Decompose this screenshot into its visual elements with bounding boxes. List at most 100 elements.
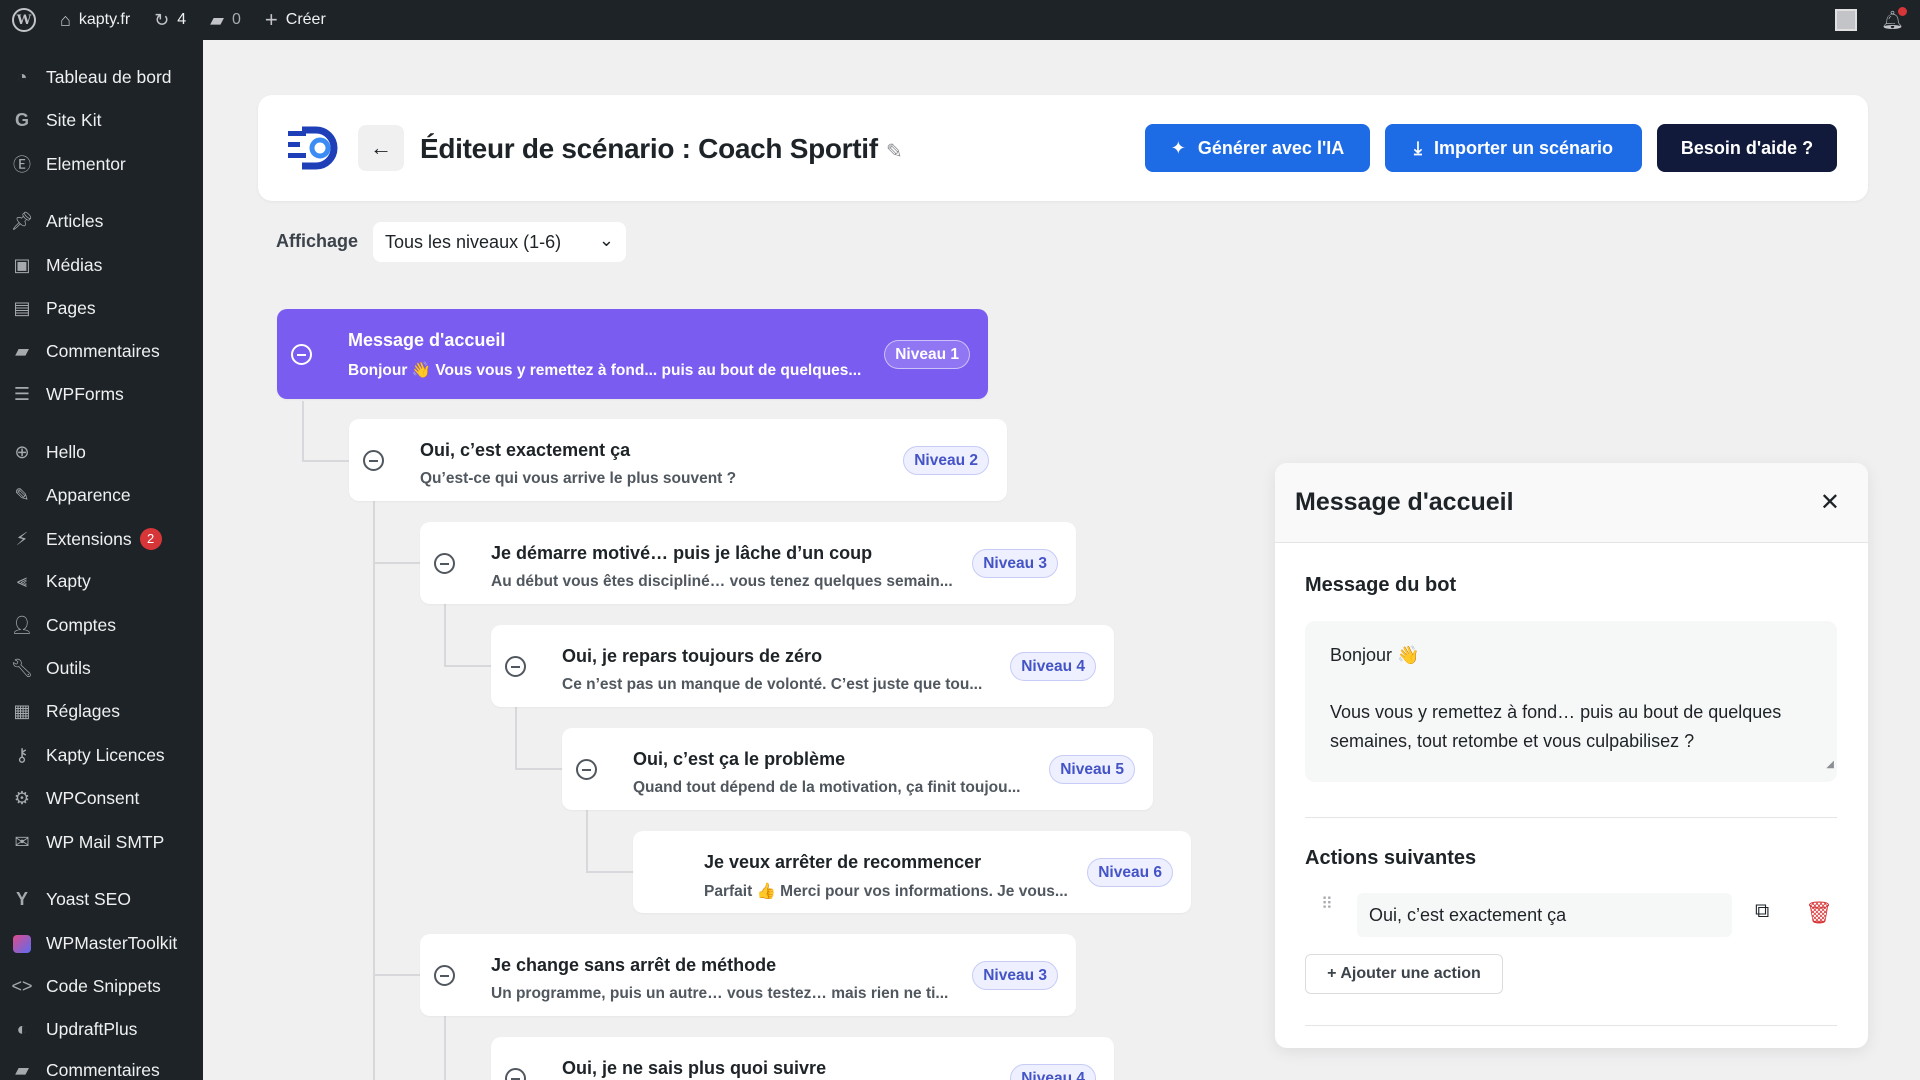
user-account-menu[interactable] xyxy=(1823,0,1869,40)
google-g-icon: G xyxy=(14,109,29,130)
sidebar-item-wp-mail-smtp[interactable]: ✉ WP Mail SMTP xyxy=(0,822,203,862)
level-filter-select[interactable]: Tous les niveaux (1-6) ⌄ xyxy=(373,222,626,262)
node-subtitle: Ce n’est pas un manque de volonté. C’est… xyxy=(562,676,983,693)
action-label-input[interactable]: Oui, c’est exactement ça xyxy=(1357,893,1732,937)
notification-dot xyxy=(1898,6,1907,16)
sidebar-item-comments-2[interactable]: ▰ Commentaires xyxy=(0,1050,203,1080)
sidebar-item-comments[interactable]: ▰ Commentaires xyxy=(0,331,203,371)
kapty-icon: ⫷ xyxy=(16,570,28,591)
admin-bar: W ⌂ kapty.fr ↻ 4 ▰ 0 + Créer 🔔︎ xyxy=(0,0,1920,40)
collapse-icon[interactable] xyxy=(505,1068,526,1080)
admin-sidebar: ◔ Tableau de bord G Site Kit Ⓔ Elementor 📌︎… xyxy=(0,40,203,1080)
import-scenario-button[interactable]: ⤓ Importer un scénario xyxy=(1385,124,1642,172)
tree-connector xyxy=(444,665,491,667)
edit-title-icon[interactable]: ✎ xyxy=(886,139,903,164)
tree-node-level-4[interactable]: Oui, je repars toujours de zéro Ce n’est… xyxy=(491,625,1114,707)
sidebar-item-tools[interactable]: 🔧︎ Outils xyxy=(0,648,203,688)
sidebar-item-appearance[interactable]: ✎ Apparence xyxy=(0,475,203,515)
close-icon[interactable]: ✕ xyxy=(1820,488,1840,517)
sidebar-item-kapty[interactable]: ⫷ Kapty xyxy=(0,561,203,601)
level-badge: Niveau 3 xyxy=(972,549,1058,578)
bot-message-text: Bonjour 👋 Vous vous y remettez à fond… p… xyxy=(1330,645,1782,751)
tree-connector xyxy=(302,460,349,462)
sidebar-item-settings[interactable]: ▦ Réglages xyxy=(0,691,203,731)
tree-connector xyxy=(515,707,517,769)
comments-count: 0 xyxy=(232,11,241,28)
node-title: Message d'accueil xyxy=(348,330,506,350)
home-icon: ⌂ xyxy=(60,9,71,30)
tree-node-level-2[interactable]: Oui, c’est exactement ça Qu’est-ce qui v… xyxy=(349,419,1007,501)
updates-count: 4 xyxy=(177,11,187,28)
collapse-icon[interactable] xyxy=(291,344,312,365)
bot-message-textarea[interactable]: Bonjour 👋 Vous vous y remettez à fond… p… xyxy=(1305,621,1837,782)
pages-icon: ▤ xyxy=(13,297,31,318)
node-title: Je démarre motivé… puis je lâche d’un co… xyxy=(491,543,873,563)
panel-title: Message d'accueil xyxy=(1295,488,1514,516)
sidebar-item-pages[interactable]: ▤ Pages xyxy=(0,288,203,328)
sidebar-item-yoast-seo[interactable]: Y Yoast SEO xyxy=(0,879,203,919)
drag-handle-icon[interactable]: ⠿ xyxy=(1321,897,1334,913)
plus-circle-icon: ⊕ xyxy=(14,441,30,462)
tree-node-level-6[interactable]: Je veux arrêter de recommencer Parfait 👍… xyxy=(633,831,1191,913)
forms-icon: ☰ xyxy=(13,383,31,404)
toolkit-icon xyxy=(10,933,34,954)
site-name-link[interactable]: ⌂ kapty.fr xyxy=(48,0,142,40)
sidebar-item-articles[interactable]: 📌︎ Articles xyxy=(0,201,203,241)
node-title: Oui, c’est ça le problème xyxy=(633,749,846,769)
tree-connector xyxy=(373,562,420,564)
updates-link[interactable]: ↻ 4 xyxy=(142,0,198,40)
key-icon: ⚷ xyxy=(15,744,29,765)
trash-icon[interactable]: 🗑︎ xyxy=(1805,900,1833,926)
tree-connector xyxy=(373,974,420,976)
code-icon: <> xyxy=(11,975,33,996)
comment-icon: ▰ xyxy=(15,340,29,361)
panel-header: Message d'accueil ✕ xyxy=(1275,463,1868,543)
sidebar-item-wpmastertoolkit[interactable]: WPMasterToolkit xyxy=(0,923,203,963)
create-new-link[interactable]: + Créer xyxy=(253,0,338,40)
tree-node-level-1[interactable]: Message d'accueil Bonjour 👋 Vous vous y … xyxy=(277,309,988,399)
collapse-icon[interactable] xyxy=(434,553,455,574)
collapse-icon[interactable] xyxy=(363,450,384,471)
comments-link[interactable]: ▰ 0 xyxy=(198,0,253,40)
level-badge: Niveau 4 xyxy=(1010,1064,1096,1080)
collapse-icon[interactable] xyxy=(505,656,526,677)
back-button[interactable]: ← xyxy=(358,125,404,171)
tree-connector xyxy=(444,604,446,666)
tree-node-level-4[interactable]: Oui, je ne sais plus quoi suivre Niveau … xyxy=(491,1037,1114,1080)
notifications-button[interactable]: 🔔︎ xyxy=(1869,0,1920,40)
sidebar-item-hello[interactable]: ⊕ Hello xyxy=(0,432,203,472)
collapse-icon[interactable] xyxy=(434,965,455,986)
refresh-icon: ↻ xyxy=(154,9,170,30)
level-badge: Niveau 6 xyxy=(1087,858,1173,887)
help-button[interactable]: Besoin d'aide ? xyxy=(1657,124,1837,172)
add-action-button[interactable]: + Ajouter une action xyxy=(1305,954,1503,994)
generate-ai-button[interactable]: ✦ Générer avec l'IA xyxy=(1145,124,1370,172)
sidebar-item-dashboard[interactable]: ◔ Tableau de bord xyxy=(0,57,203,97)
tree-connector xyxy=(515,768,562,770)
tree-node-level-3[interactable]: Je démarre motivé… puis je lâche d’un co… xyxy=(420,522,1076,604)
extensions-update-badge: 2 xyxy=(139,528,162,550)
sidebar-item-wpforms[interactable]: ☰ WPForms xyxy=(0,374,203,414)
sidebar-item-site-kit[interactable]: G Site Kit xyxy=(0,100,203,140)
sidebar-item-kapty-licences[interactable]: ⚷ Kapty Licences xyxy=(0,735,203,775)
sidebar-item-medias[interactable]: ▣ Médias xyxy=(0,245,203,285)
tree-node-level-5[interactable]: Oui, c’est ça le problème Quand tout dép… xyxy=(562,728,1153,810)
sidebar-item-code-snippets[interactable]: <> Code Snippets xyxy=(0,966,203,1006)
resize-handle-icon[interactable]: ◢ xyxy=(1826,751,1834,780)
collapse-icon[interactable] xyxy=(576,759,597,780)
consent-icon: ⚙ xyxy=(13,787,31,808)
node-subtitle: Quand tout dépend de la motivation, ça f… xyxy=(633,779,1021,796)
node-title: Oui, c’est exactement ça xyxy=(420,440,631,460)
bell-icon: 🔔︎ xyxy=(1881,6,1907,31)
avatar xyxy=(1835,9,1858,31)
sidebar-item-accounts[interactable]: 👤︎ Comptes xyxy=(0,605,203,645)
sidebar-item-wpconsent[interactable]: ⚙ WPConsent xyxy=(0,778,203,818)
sidebar-item-updraftplus[interactable]: ◐ UpdraftPlus xyxy=(0,1009,203,1049)
tree-node-level-3[interactable]: Je change sans arrêt de méthode Un progr… xyxy=(420,934,1076,1016)
sidebar-item-elementor[interactable]: Ⓔ Elementor xyxy=(0,144,203,184)
wordpress-menu[interactable]: W xyxy=(0,0,48,40)
duplicate-icon[interactable]: ⧉ xyxy=(1755,900,1769,923)
sparkles-icon: ✦ xyxy=(1170,137,1186,158)
sidebar-item-extensions[interactable]: ⚡︎ Extensions 2 xyxy=(0,519,203,559)
page-title: Éditeur de scénario : Coach Sportif xyxy=(420,133,878,164)
